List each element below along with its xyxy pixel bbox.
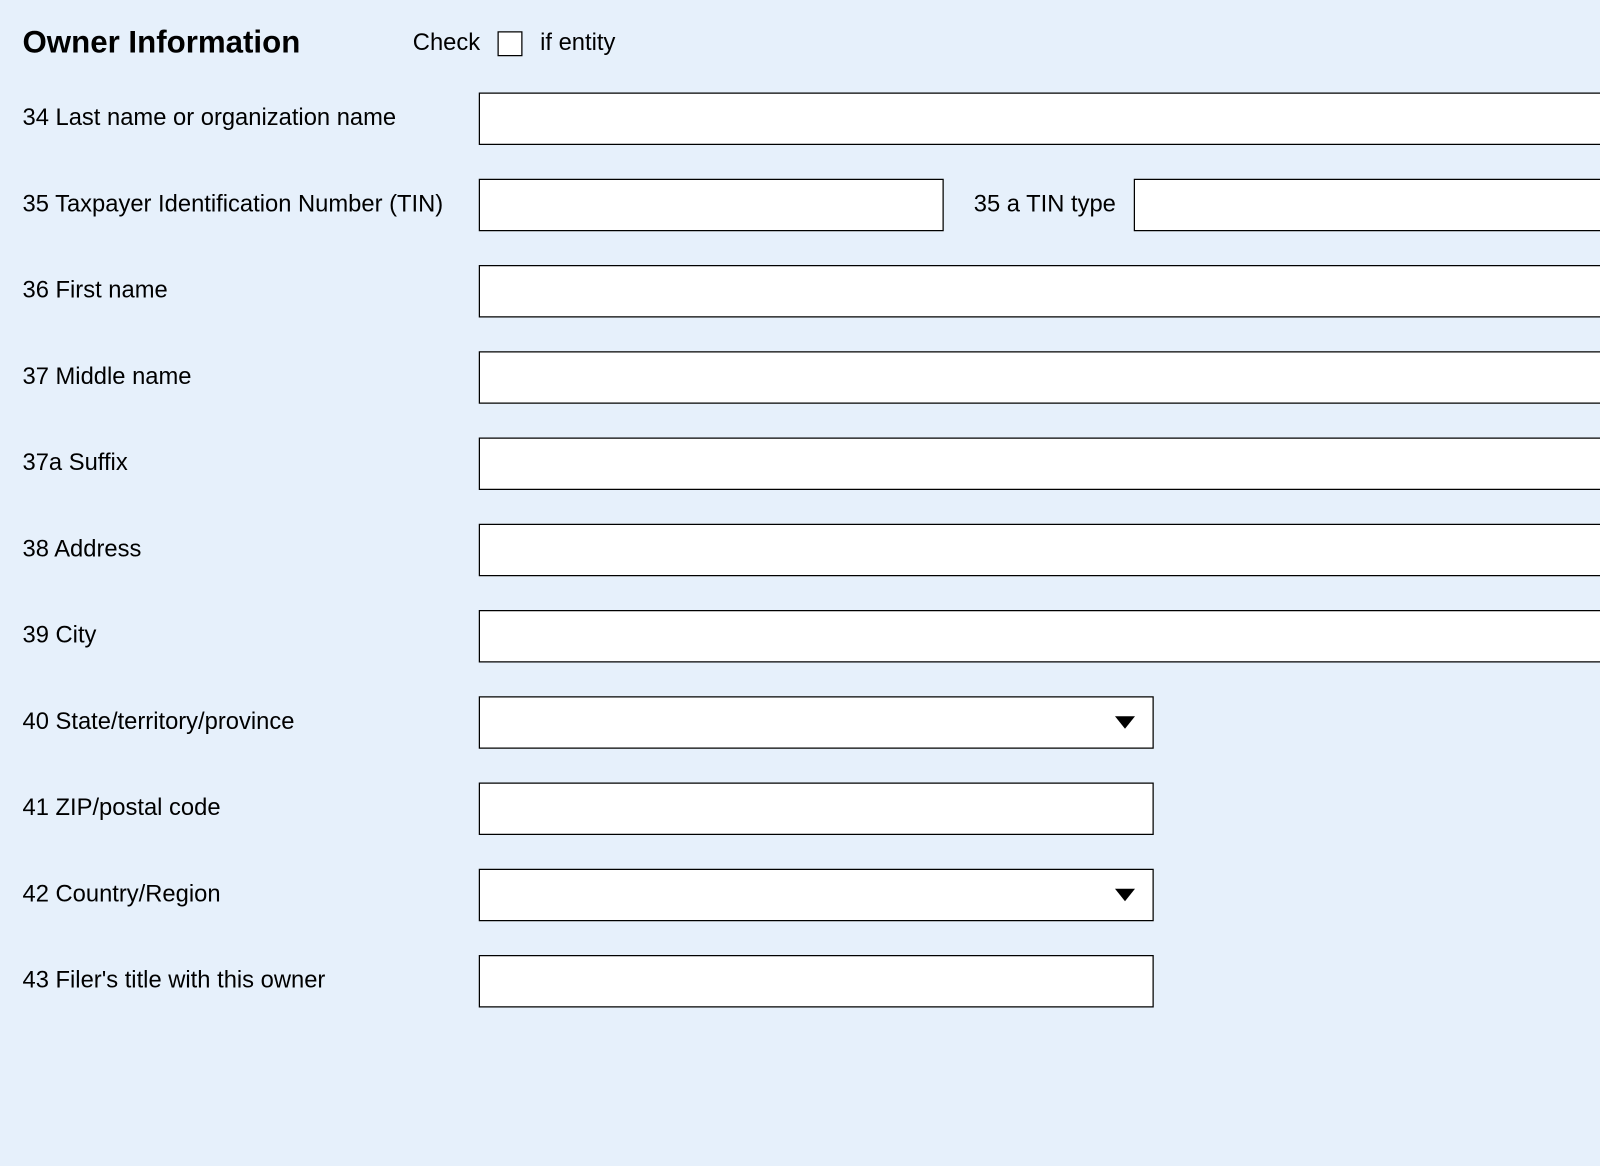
label-suffix: 37a Suffix xyxy=(23,450,479,478)
label-country: 42 Country/Region xyxy=(23,881,479,909)
row-city: 39 City xyxy=(23,610,1600,663)
label-city: 39 City xyxy=(23,623,479,651)
chevron-down-icon xyxy=(1115,716,1135,729)
row-state: 40 State/territory/province xyxy=(23,696,1600,749)
row-zip: 41 ZIP/postal code xyxy=(23,783,1600,836)
section-title: Owner Information xyxy=(23,25,301,61)
row-country: 42 Country/Region xyxy=(23,869,1600,922)
label-zip: 41 ZIP/postal code xyxy=(23,795,479,823)
row-first-name: 36 First name xyxy=(23,265,1600,318)
entity-checkbox[interactable] xyxy=(498,31,523,56)
label-middle-name: 37 Middle name xyxy=(23,364,479,392)
check-label-left: Check xyxy=(413,29,480,57)
row-last-name: 34 Last name or organization name xyxy=(23,93,1600,146)
owner-information-section: Owner Information Check if entity + - 34… xyxy=(0,0,1600,1008)
row-tin: 35 Taxpayer Identification Number (TIN) … xyxy=(23,179,1600,232)
input-suffix[interactable] xyxy=(479,438,1600,491)
label-filer-title: 43 Filer's title with this owner xyxy=(23,968,479,996)
select-state[interactable] xyxy=(479,696,1154,749)
input-tin[interactable] xyxy=(479,179,944,232)
label-state: 40 State/territory/province xyxy=(23,709,479,737)
row-suffix: 37a Suffix xyxy=(23,438,1600,491)
input-filer-title[interactable] xyxy=(479,955,1154,1008)
row-address: 38 Address xyxy=(23,524,1600,577)
input-city[interactable] xyxy=(479,610,1600,663)
input-first-name[interactable] xyxy=(479,265,1600,318)
label-tin-type: 35 a TIN type xyxy=(974,191,1116,219)
label-tin: 35 Taxpayer Identification Number (TIN) xyxy=(23,191,479,219)
label-address: 38 Address xyxy=(23,536,479,564)
input-address[interactable] xyxy=(479,524,1600,577)
select-tin-type[interactable] xyxy=(1133,179,1600,232)
check-label-right: if entity xyxy=(540,29,615,57)
input-last-name[interactable] xyxy=(479,93,1600,146)
label-last-name: 34 Last name or organization name xyxy=(23,105,479,133)
row-middle-name: 37 Middle name xyxy=(23,351,1600,404)
input-middle-name[interactable] xyxy=(479,351,1600,404)
label-first-name: 36 First name xyxy=(23,278,479,306)
section-header: Owner Information Check if entity + - xyxy=(23,25,1600,61)
entity-check-group: Check if entity xyxy=(413,29,616,57)
select-country[interactable] xyxy=(479,869,1154,922)
input-zip[interactable] xyxy=(479,783,1154,836)
chevron-down-icon xyxy=(1115,889,1135,902)
row-filer-title: 43 Filer's title with this owner xyxy=(23,955,1600,1008)
